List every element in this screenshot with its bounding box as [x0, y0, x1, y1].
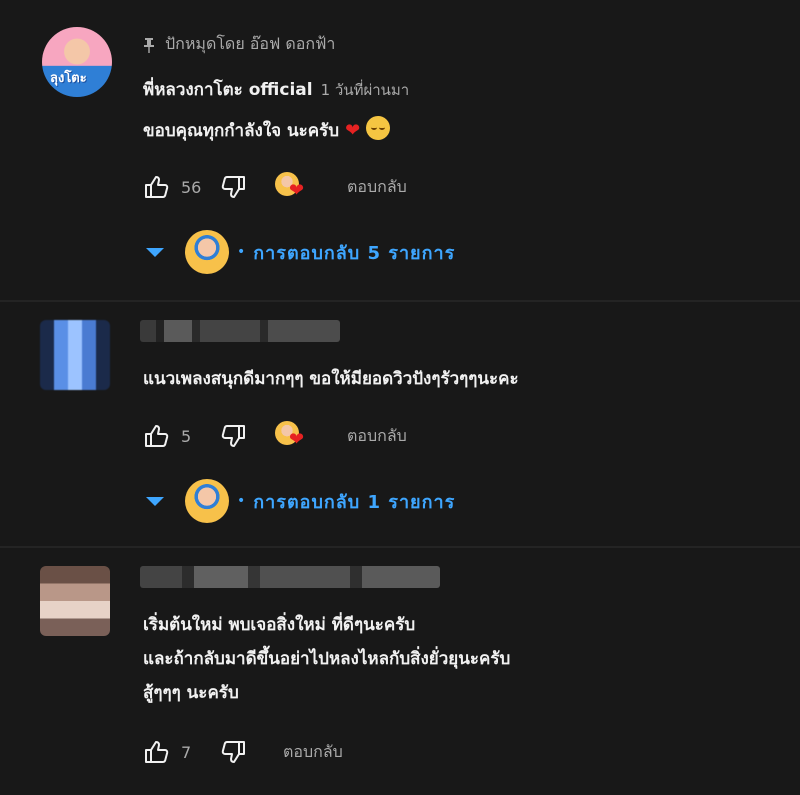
- replies-count-label: การตอบกลับ 1 รายการ: [253, 491, 456, 513]
- avatar-blurred[interactable]: [40, 566, 110, 636]
- chevron-down-icon: [146, 497, 164, 506]
- comment-actions: 7 ตอบกลับ: [143, 737, 343, 767]
- heart-badge-icon: ❤: [289, 429, 305, 450]
- author-name[interactable]: พี่หลวงกาโตะ official: [143, 76, 313, 103]
- comment-text-line: แนวเพลงสนุกดีมากๆๆ ขอให้มียอดวิวปังๆรัวๆ…: [143, 369, 519, 389]
- dislike-icon: [221, 741, 245, 763]
- comment-text-line: ขอบคุณทุกกำลังใจ นะครับ: [143, 121, 340, 141]
- like-count: 5: [181, 426, 192, 446]
- like-icon: [145, 425, 169, 447]
- comment-text-line: สู้ๆๆๆ นะครับ: [143, 683, 239, 703]
- replies-count-label: การตอบกลับ 5 รายการ: [253, 242, 456, 264]
- divider: [0, 300, 800, 302]
- author-row: พี่หลวงกาโตะ official 1 วันที่ผ่านมา: [143, 76, 409, 103]
- separator-dot: •: [237, 493, 246, 509]
- view-replies-button[interactable]: • การตอบกลับ 5 รายการ: [143, 230, 455, 274]
- author-name-blurred[interactable]: [140, 566, 440, 588]
- dislike-button[interactable]: [219, 738, 247, 766]
- like-icon: [145, 741, 169, 763]
- author-name-blurred[interactable]: [140, 320, 340, 342]
- creator-reply-avatar: [185, 230, 229, 274]
- comment-text-line: เริ่มต้นใหม่ พบเจอสิ่งใหม่ ที่ดีๆนะครับ: [143, 615, 416, 635]
- dislike-icon: [221, 176, 245, 198]
- reply-button[interactable]: ตอบกลับ: [347, 424, 407, 449]
- view-replies-button[interactable]: • การตอบกลับ 1 รายการ: [143, 479, 455, 523]
- reply-button[interactable]: ตอบกลับ: [347, 175, 407, 200]
- dislike-button[interactable]: [219, 422, 247, 450]
- heart-badge-icon: ❤: [289, 180, 305, 201]
- dislike-icon: [221, 425, 245, 447]
- pleading-face-emoji-icon: [366, 116, 391, 140]
- comment-timestamp[interactable]: 1 วันที่ผ่านมา: [321, 78, 410, 102]
- creator-heart-icon: ❤: [275, 421, 311, 451]
- pin-icon: [144, 37, 154, 53]
- comment-text: แนวเพลงสนุกดีมากๆๆ ขอให้มียอดวิวปังๆรัวๆ…: [143, 362, 519, 396]
- comment-text-line: และถ้ากลับมาดีขึ้นอย่าไปหลงไหลกับสิ่งยั่…: [143, 649, 511, 669]
- dislike-button[interactable]: [219, 173, 247, 201]
- pinned-by-text: ปักหมุดโดย อ๊อฟ ดอกฟ้า: [165, 34, 336, 53]
- avatar-blurred[interactable]: [40, 320, 110, 390]
- chevron-down-icon: [146, 248, 164, 257]
- avatar[interactable]: ลุงโตะ: [42, 27, 112, 97]
- like-count: 56: [181, 177, 202, 197]
- separator-dot: •: [237, 244, 246, 260]
- comment-actions: 5 ❤ ตอบกลับ: [143, 421, 407, 451]
- heart-emoji-icon: ❤: [345, 120, 361, 141]
- creator-reply-avatar: [185, 479, 229, 523]
- like-count: 7: [181, 742, 192, 762]
- reply-button[interactable]: ตอบกลับ: [283, 740, 343, 765]
- creator-heart-icon: ❤: [275, 172, 311, 202]
- pinned-label-row: ปักหมุดโดย อ๊อฟ ดอกฟ้า: [143, 32, 335, 57]
- comment-text: เริ่มต้นใหม่ พบเจอสิ่งใหม่ ที่ดีๆนะครับ …: [143, 608, 510, 710]
- like-button[interactable]: [143, 422, 171, 450]
- comment-text: ขอบคุณทุกกำลังใจ นะครับ ❤: [143, 114, 391, 148]
- comment-actions: 56 ❤ ตอบกลับ: [143, 172, 407, 202]
- like-button[interactable]: [143, 738, 171, 766]
- like-icon: [145, 176, 169, 198]
- divider: [0, 546, 800, 548]
- like-button[interactable]: [143, 173, 171, 201]
- avatar-logo-text: ลุงโตะ: [50, 71, 87, 86]
